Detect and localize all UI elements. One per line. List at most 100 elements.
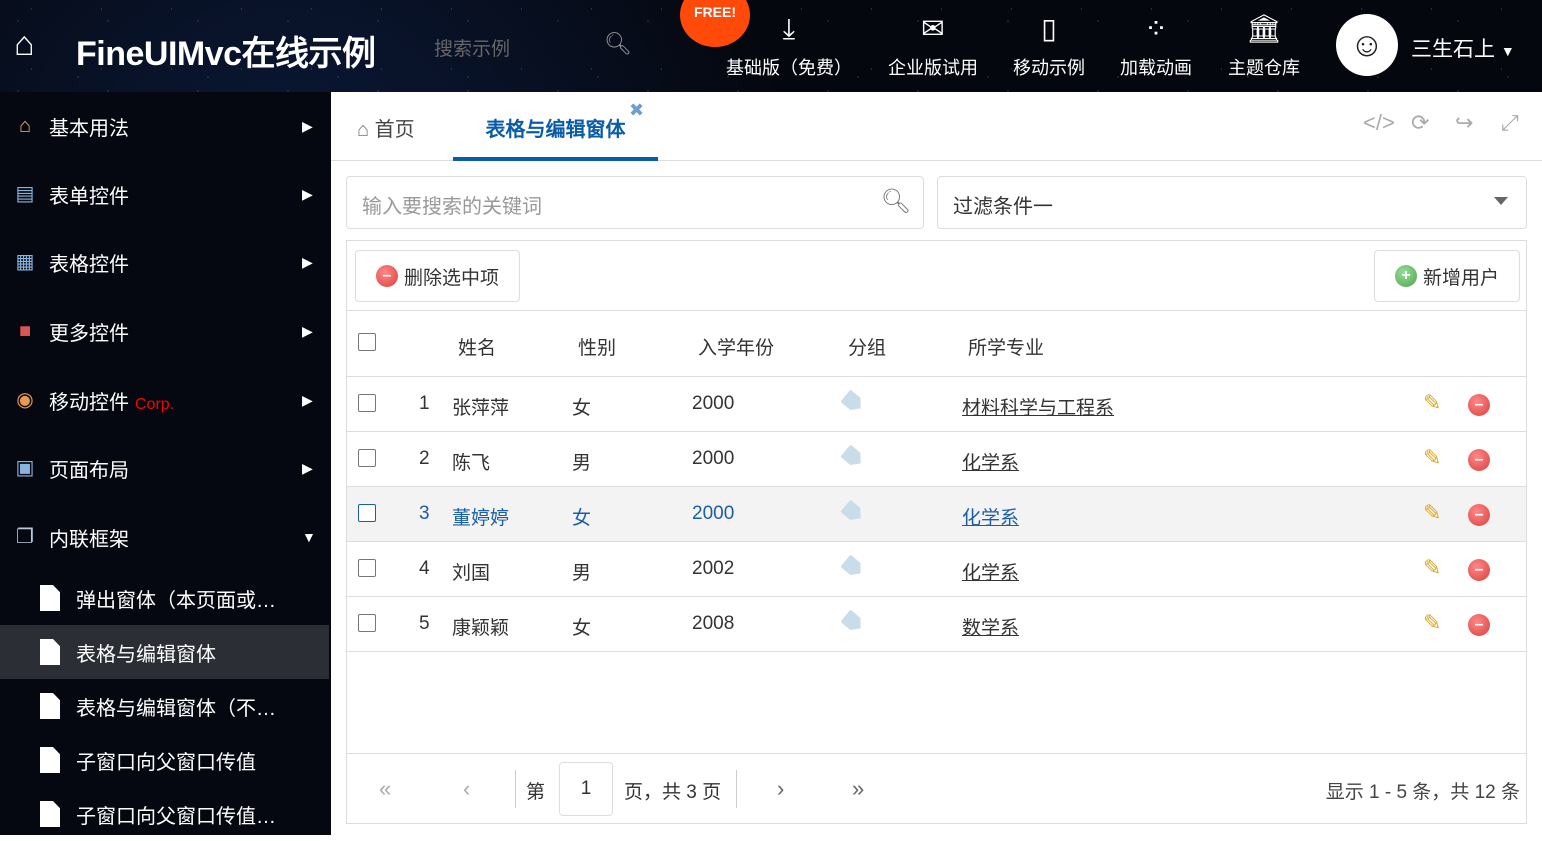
code-icon[interactable]: </> [1363, 110, 1395, 136]
cell-major-link[interactable]: 化学系 [962, 503, 1019, 530]
house-icon: ⌂ [18, 115, 32, 137]
document-icon [40, 693, 60, 719]
tab-grid-edit[interactable]: 表格与编辑窗体 [453, 92, 658, 161]
cell-gender: 女 [572, 508, 592, 529]
table-row[interactable]: 4 刘国 男 2002 化学系 ✎ – [347, 542, 1526, 597]
search-input[interactable]: 输入要搜索的关键词 🔍︎ [346, 176, 924, 229]
mobile-icon: ▯ [1041, 13, 1057, 44]
row-checkbox[interactable] [358, 394, 376, 412]
sidebar-item-form[interactable]: ▤ 表单控件 ▶ [0, 169, 331, 219]
select-all-checkbox[interactable] [358, 333, 376, 351]
sidebar-subitem[interactable]: 弹出窗体（本页面或… [0, 571, 329, 625]
column-header[interactable]: 所学专业 [968, 333, 1044, 360]
cell-major-link[interactable]: 化学系 [962, 448, 1019, 475]
row-checkbox[interactable] [358, 614, 376, 632]
edit-pencil-icon[interactable]: ✎ [1423, 390, 1441, 416]
tag-icon [840, 499, 866, 524]
cell-major-link[interactable]: 数学系 [962, 613, 1019, 640]
avatar[interactable]: ☺ [1336, 14, 1398, 76]
top-header: ⌂ FineUIMvc在线示例 搜索示例 🔍︎ FREE! ⤓ 基础版（免费） ✉… [0, 0, 1542, 92]
table-row[interactable]: 3 董婷婷 女 2000 化学系 ✎ – [347, 487, 1526, 542]
tag-icon [840, 554, 866, 579]
cell-major-link[interactable]: 化学系 [962, 558, 1019, 585]
sidebar-item-more[interactable]: ■ 更多控件 ▶ [0, 306, 331, 356]
app-title[interactable]: FineUIMvc在线示例 [76, 26, 376, 75]
cell-gender: 男 [572, 563, 592, 584]
search-icon[interactable]: 🔍︎ [604, 31, 632, 57]
tag-icon [840, 609, 866, 634]
column-header[interactable]: 分组 [848, 333, 886, 360]
prev-page-icon[interactable]: ‹ [463, 776, 470, 802]
delete-selected-button[interactable]: – 删除选中项 [355, 250, 521, 302]
column-header[interactable]: 性别 [578, 333, 616, 360]
blocks-icon: ■ [18, 320, 32, 342]
next-page-icon[interactable]: › [777, 776, 784, 802]
delete-row-icon[interactable]: – [1468, 504, 1490, 526]
sidebar-item-basic[interactable]: ⌂ 基本用法 ▶ [0, 101, 331, 151]
cell-year: 2002 [692, 558, 735, 579]
layout-icon: ▣ [15, 457, 35, 479]
expand-icon[interactable]: ⤢ [1501, 110, 1519, 136]
table-row[interactable]: 1 张萍萍 女 2000 材料科学与工程系 ✎ – [347, 377, 1526, 432]
nav-basic[interactable]: ⤓ 基础版（免费） [726, 12, 852, 80]
table-row[interactable]: 2 陈飞 男 2000 化学系 ✎ – [347, 432, 1526, 487]
table-header: 姓名 性别 入学年份 分组 所学专业 [347, 310, 1526, 377]
nav-themes[interactable]: 🏛︎ 主题仓库 [1228, 12, 1300, 80]
page-input[interactable]: 1 [559, 762, 613, 816]
edit-pencil-icon[interactable]: ✎ [1423, 500, 1441, 526]
edit-pencil-icon[interactable]: ✎ [1423, 610, 1441, 636]
delete-row-icon[interactable]: – [1468, 394, 1490, 416]
download-icon: ⤓ [782, 13, 796, 44]
document-icon [40, 801, 60, 827]
main-panel: ⌂ 首页 表格与编辑窗体 ✖ </> ⟳ ↪ ⤢ 输入要搜索的关键词 🔍︎ 过滤条… [331, 92, 1542, 835]
header-search-input[interactable]: 搜索示例 [434, 34, 510, 61]
chevron-right-icon: ▶ [302, 322, 313, 339]
sidebar-subitem[interactable]: 子窗口向父窗口传值 [0, 733, 329, 787]
close-icon[interactable]: ✖ [629, 100, 644, 121]
cell-name: 陈飞 [452, 453, 491, 474]
user-menu[interactable]: 三生石上 ▼ [1411, 33, 1515, 63]
first-page-icon[interactable]: « [379, 776, 391, 802]
delete-row-icon[interactable]: – [1468, 614, 1490, 636]
chevron-right-icon: ▶ [302, 185, 313, 202]
sidebar-item-iframe[interactable]: ❐ 内联框架 ▼ [0, 512, 331, 562]
last-page-icon[interactable]: » [852, 776, 864, 802]
filter-select[interactable]: 过滤条件一 [937, 176, 1527, 229]
delete-row-icon[interactable]: – [1468, 449, 1490, 471]
edit-pencil-icon[interactable]: ✎ [1423, 555, 1441, 581]
table-row[interactable]: 5 康颖颖 女 2008 数学系 ✎ – [347, 597, 1526, 652]
home-icon: ⌂ [357, 119, 370, 141]
column-header[interactable]: 姓名 [458, 333, 496, 360]
sidebar-subitem[interactable]: 表格与编辑窗体（不… [0, 679, 329, 733]
search-icon[interactable]: 🔍︎ [881, 187, 911, 216]
delete-row-icon[interactable]: – [1468, 559, 1490, 581]
tab-home[interactable]: ⌂ 首页 [357, 113, 415, 142]
sidebar-item-mobile[interactable]: ◉ 移动控件 Corp. ▶ [0, 375, 331, 425]
row-number: 1 [419, 393, 430, 414]
row-checkbox[interactable] [358, 449, 376, 467]
column-header[interactable]: 入学年份 [698, 333, 774, 360]
minus-circle-icon: – [376, 265, 398, 287]
cell-major-link[interactable]: 材料科学与工程系 [962, 393, 1114, 420]
share-icon[interactable]: ↪ [1455, 110, 1473, 136]
refresh-icon[interactable]: ⟳ [1411, 110, 1429, 136]
edit-pencil-icon[interactable]: ✎ [1423, 445, 1441, 471]
page-prefix: 第 [526, 782, 546, 803]
row-checkbox[interactable] [358, 559, 376, 577]
cell-name: 张萍萍 [452, 398, 510, 419]
caret-down-icon: ▼ [1500, 43, 1515, 59]
nav-mobile[interactable]: ▯ 移动示例 [1013, 12, 1085, 80]
chevron-right-icon: ▶ [302, 391, 313, 408]
sidebar-subitem-selected[interactable]: 表格与编辑窗体 [0, 625, 329, 679]
row-number: 5 [419, 613, 430, 634]
home-icon[interactable]: ⌂ [14, 25, 35, 64]
cell-gender: 女 [572, 398, 592, 419]
add-user-button[interactable]: + 新增用户 [1373, 250, 1520, 302]
row-checkbox[interactable] [358, 504, 376, 522]
sidebar-item-grid[interactable]: ▦ 表格控件 ▶ [0, 237, 331, 287]
cell-name: 康颖颖 [452, 618, 510, 639]
sidebar-subitem[interactable]: 子窗口向父窗口传值… [0, 787, 329, 841]
sidebar-item-layout[interactable]: ▣ 页面布局 ▶ [0, 443, 331, 493]
nav-loading[interactable]: ⁘ 加载动画 [1120, 12, 1192, 80]
nav-enterprise[interactable]: ✉ 企业版试用 [888, 12, 978, 80]
